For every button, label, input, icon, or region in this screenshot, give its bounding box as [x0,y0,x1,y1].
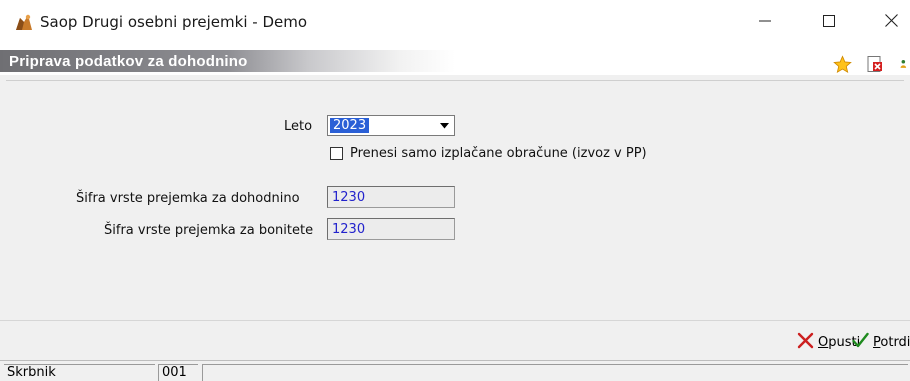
income-code-label: Šifra vrste prejemka za dohodnino [76,191,300,206]
income-code-field[interactable]: 1230 [327,186,455,208]
status-user: Skrbnik [4,364,155,381]
status-code: 001 [158,364,198,381]
transfer-paid-only-checkbox[interactable] [330,147,343,160]
maximize-button[interactable] [806,0,852,44]
benefit-code-label: Šifra vrste prejemka za bonitete [104,223,314,238]
delete-document-icon[interactable] [865,54,885,74]
status-message [202,364,908,381]
window-title: Saop Drugi osebni prejemki - Demo [40,13,308,31]
cancel-x-icon [797,332,814,353]
income-code-value: 1230 [332,190,366,205]
star-icon[interactable] [832,54,852,74]
app-logo-icon [14,12,34,32]
checkmark-icon [852,332,869,353]
minimize-button[interactable] [742,0,788,44]
close-icon [884,14,898,30]
transfer-paid-only-label: Prenesi samo izplačane obračune (izvoz v… [350,146,647,161]
benefit-code-field[interactable]: 1230 [327,218,455,240]
window-titlebar: Saop Drugi osebni prejemki - Demo [0,0,910,44]
maximize-icon [823,14,835,30]
confirm-label: Potrdi [873,335,910,350]
minimize-icon [759,15,771,30]
year-value: 2023 [330,118,370,133]
person-icon[interactable] [900,54,910,74]
button-bar: Opusti Potrdi [0,320,910,360]
close-button[interactable] [868,0,910,44]
confirm-button[interactable]: Potrdi [852,331,910,353]
form-title: Priprava podatkov za dohodnino [9,53,248,70]
benefit-code-value: 1230 [332,222,366,237]
year-select[interactable]: 2023 [327,115,455,136]
cancel-button[interactable]: Opusti [797,331,860,353]
status-bar: Skrbnik 001 [0,360,910,381]
year-label: Leto [284,119,313,134]
confirm-label-rest: otrdi [880,334,910,350]
chevron-down-icon[interactable] [437,118,452,133]
cancel-mnemonic: O [818,334,829,350]
form-header: Priprava podatkov za dohodnino [0,44,910,75]
